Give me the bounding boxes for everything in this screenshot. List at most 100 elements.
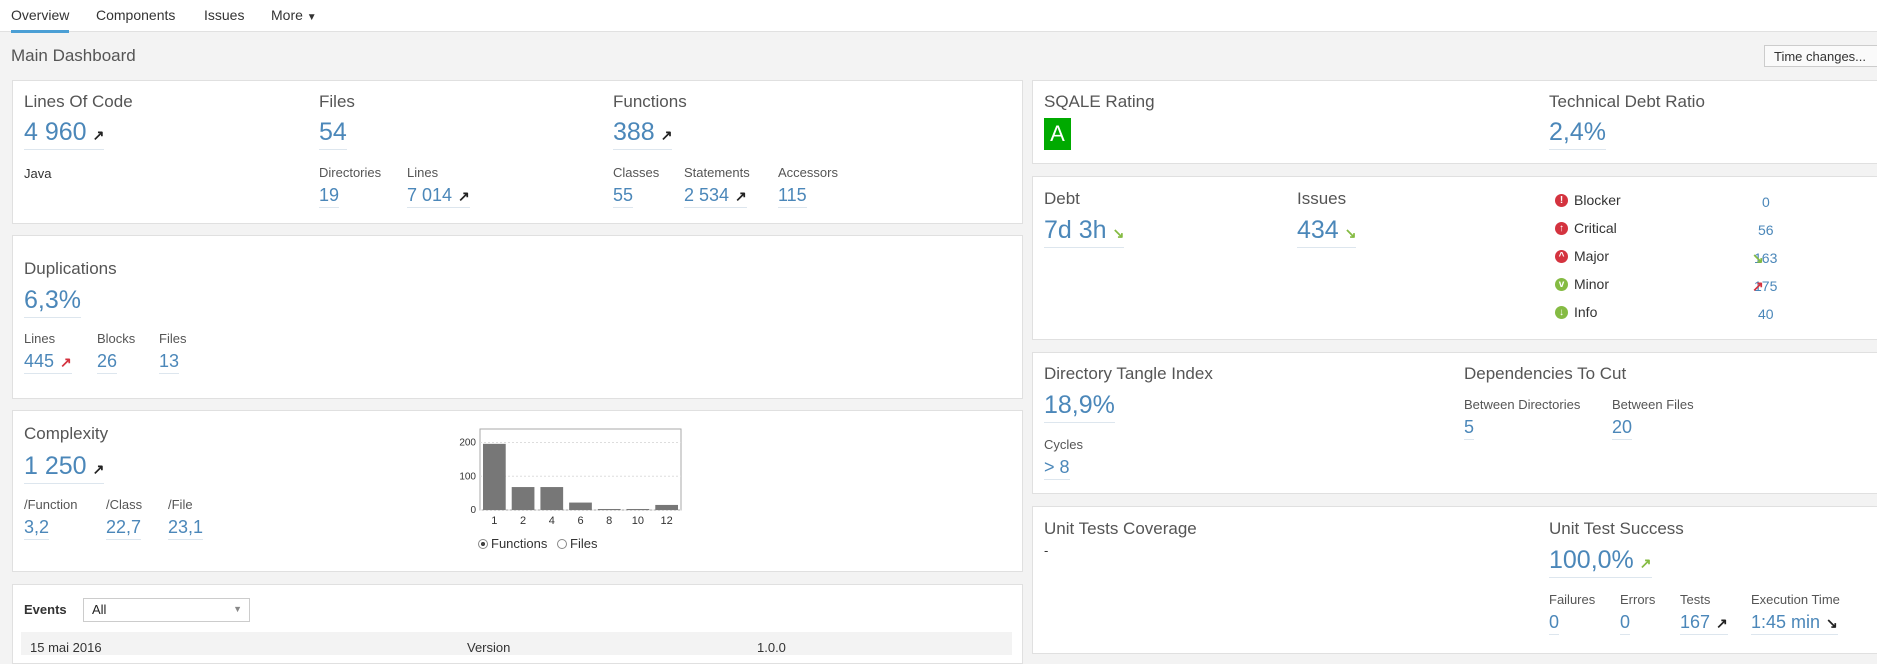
events-filter-select[interactable]: All ▼ (83, 598, 250, 622)
chart-xtick-label: 6 (577, 515, 583, 527)
chart-bar-1 (483, 443, 506, 510)
chart-bar-4 (540, 487, 564, 510)
test-success-number: 100,0% (1549, 546, 1634, 574)
debt-ratio-value[interactable]: 2,4% (1549, 118, 1606, 150)
radio-unchecked-icon (557, 539, 567, 549)
complexity-value[interactable]: 1 250 ↗ (24, 452, 105, 484)
dup-lines-value[interactable]: 445 ↗ (24, 351, 72, 374)
issues-number: 434 (1297, 216, 1339, 244)
dup-blocks-value[interactable]: 26 (97, 351, 118, 374)
lines-value[interactable]: 7 014 ↗ (407, 185, 470, 208)
chart-bar-8 (597, 508, 621, 510)
sqale-card (1032, 80, 1877, 164)
exec-time-value[interactable]: 1:45 min ↘ (1751, 612, 1838, 635)
exec-time-number: 1:45 min (1751, 612, 1821, 632)
chart-ytick-label: 200 (459, 438, 476, 449)
trend-up-icon: ↗ (1716, 615, 1728, 631)
issues-value[interactable]: 434 ↘ (1297, 216, 1357, 248)
classes-value[interactable]: 55 (613, 185, 634, 208)
complexity-distribution-chart: 01002001 2 4 6 8 10 12 (459, 428, 682, 527)
trend-down-icon: ↘ (1826, 615, 1838, 631)
debt-issues-card (1032, 176, 1877, 340)
between-files-label: Between Files (1612, 397, 1694, 412)
duplications-value[interactable]: 6,3% (24, 286, 81, 318)
chart-frame (479, 428, 682, 511)
per-function-value[interactable]: 3,2 (24, 517, 50, 540)
statements-value[interactable]: 2 534 ↗ (684, 185, 747, 208)
per-class-value[interactable]: 22,7 (106, 517, 142, 540)
blocker-count[interactable]: 0 (1762, 194, 1770, 210)
trend-up-icon: ↗ (735, 188, 747, 204)
tab-components[interactable]: Components (96, 7, 175, 23)
between-files-value[interactable]: 20 (1612, 417, 1633, 440)
trend-up-icon: ↗ (660, 127, 673, 143)
radio-files[interactable]: Files (557, 536, 597, 551)
test-success-value[interactable]: 100,0% ↗ (1549, 546, 1652, 578)
dup-lines-number: 445 (24, 351, 55, 371)
loc-number: 4 960 (24, 118, 87, 146)
trend-up-icon: ↗ (92, 461, 105, 477)
tests-value[interactable]: 167 ↗ (1680, 612, 1728, 635)
tab-more[interactable]: More ▼ (271, 7, 317, 23)
between-dirs-label: Between Directories (1464, 397, 1581, 412)
files-label: Files (319, 92, 355, 111)
minor-label: Minor (1574, 276, 1610, 292)
dup-lines-label: Lines (24, 331, 56, 346)
directories-label: Directories (319, 165, 382, 180)
failures-value[interactable]: 0 (1549, 612, 1560, 635)
debt-label: Debt (1044, 189, 1080, 208)
files-value[interactable]: 54 (319, 118, 347, 150)
debt-value[interactable]: 7d 3h ↘ (1044, 216, 1125, 248)
coverage-label: Unit Tests Coverage (1044, 519, 1197, 538)
radio-functions[interactable]: Functions (478, 536, 547, 551)
dup-files-value[interactable]: 13 (159, 351, 180, 374)
errors-value[interactable]: 0 (1620, 612, 1631, 635)
minor-trend-icon: ↗ (1752, 278, 1764, 294)
language: Java (24, 166, 52, 181)
sqale-grade[interactable]: A (1044, 118, 1071, 150)
blocker-label: Blocker (1574, 192, 1621, 208)
chart-xtick-label: 8 (606, 515, 612, 527)
chart-xtick-label: 2 (520, 515, 526, 527)
test-success-label: Unit Test Success (1549, 519, 1684, 538)
blocker-severity-icon: ! (1555, 194, 1568, 207)
tab-more-label: More (271, 7, 303, 23)
tab-issues[interactable]: Issues (204, 7, 244, 23)
tab-overview[interactable]: Overview (11, 7, 70, 33)
errors-label: Errors (1620, 592, 1656, 607)
size-card (12, 80, 1023, 224)
functions-number: 388 (613, 118, 655, 146)
critical-label: Critical (1574, 220, 1617, 236)
per-class-label: /Class (106, 497, 143, 512)
chart-xtick-label: 4 (549, 515, 555, 527)
loc-label: Lines Of Code (24, 92, 133, 111)
cycles-value[interactable]: > 8 (1044, 457, 1070, 480)
trend-down-icon: ↘ (1344, 225, 1357, 241)
debt-number: 7d 3h (1044, 216, 1107, 244)
between-dirs-value[interactable]: 5 (1464, 417, 1475, 440)
accessors-value[interactable]: 115 (778, 185, 807, 208)
accessors-label: Accessors (778, 165, 838, 180)
chart-ytick-label: 0 (470, 505, 476, 516)
tests-number: 167 (1680, 612, 1711, 632)
info-count[interactable]: 40 (1758, 306, 1774, 322)
coverage-value: - (1044, 543, 1049, 558)
per-file-value[interactable]: 23,1 (168, 517, 204, 540)
loc-value[interactable]: 4 960 ↗ (24, 118, 105, 150)
chart-bar-2 (511, 487, 535, 510)
dependencies-label: Dependencies To Cut (1464, 364, 1627, 383)
exec-time-label: Execution Time (1751, 592, 1840, 607)
functions-value[interactable]: 388 ↗ (613, 118, 673, 150)
time-changes-button[interactable]: Time changes... (1764, 45, 1877, 67)
tests-label: Tests (1680, 592, 1711, 607)
trend-up-icon: ↗ (60, 354, 72, 370)
info-severity-icon: ↓ (1555, 306, 1568, 319)
critical-count[interactable]: 56 (1758, 222, 1774, 238)
directories-value[interactable]: 19 (319, 185, 340, 208)
major-trend-icon: ↘ (1752, 250, 1764, 266)
tangle-value[interactable]: 18,9% (1044, 391, 1115, 423)
nav-tabs: Overview Components Issues More ▼ (0, 0, 1877, 33)
trend-up-icon: ↗ (458, 188, 470, 204)
major-severity-icon: ^ (1555, 250, 1568, 263)
debt-ratio-label: Technical Debt Ratio (1549, 92, 1705, 111)
